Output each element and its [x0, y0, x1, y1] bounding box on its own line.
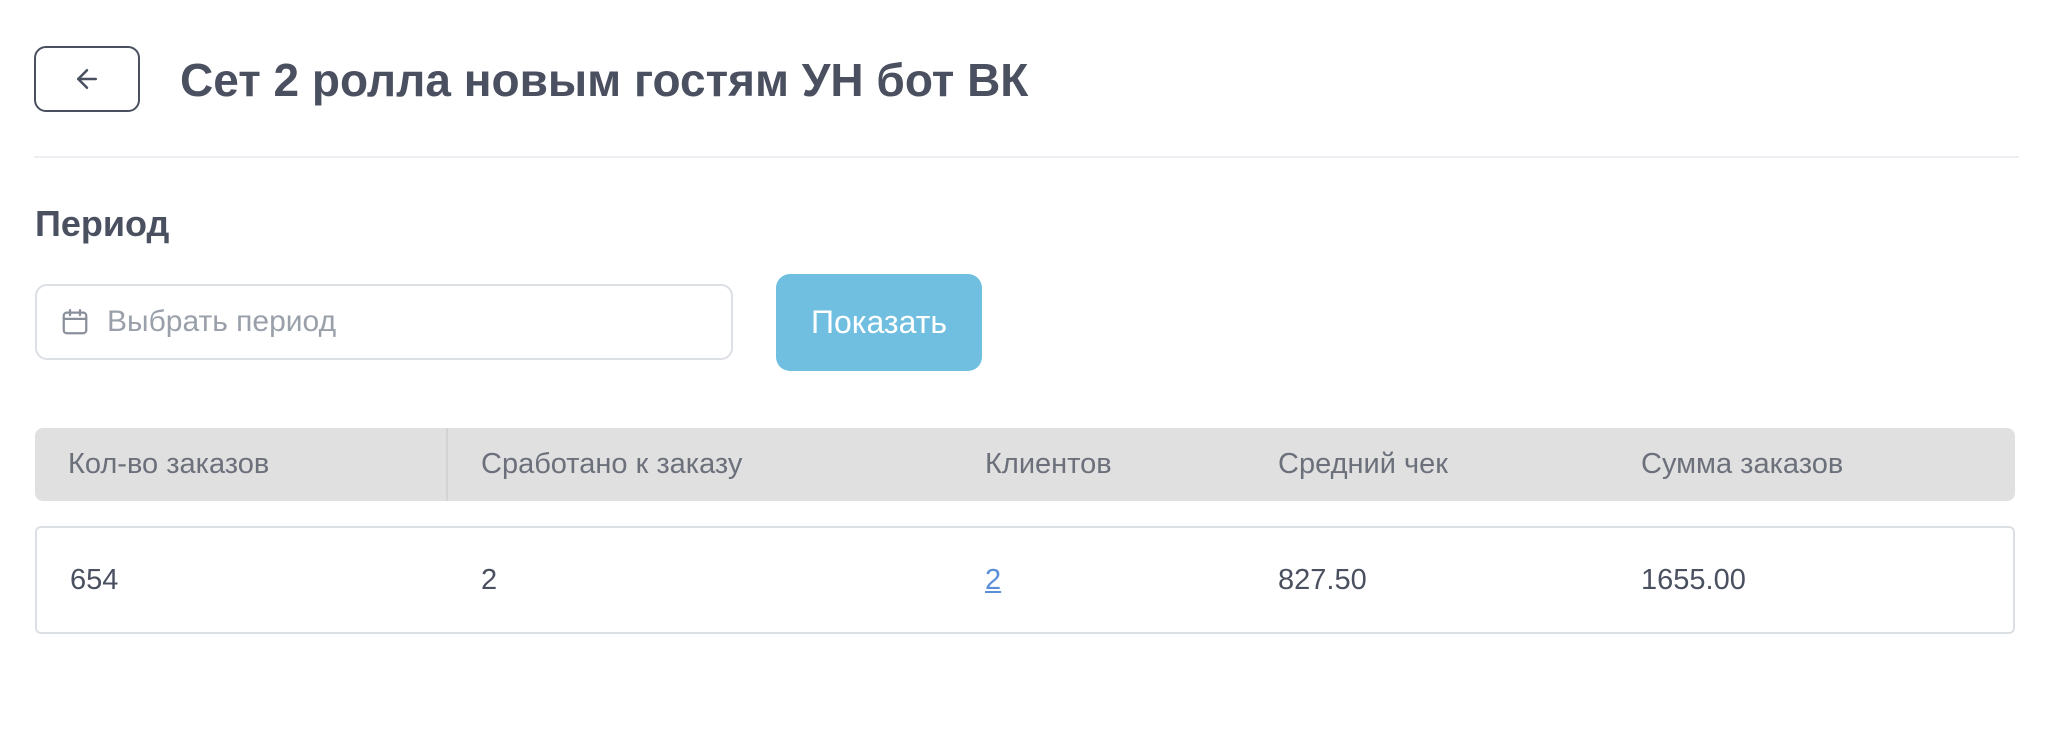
back-button[interactable]: [34, 46, 140, 112]
cell-orders-count: 654: [70, 564, 119, 596]
arrow-left-icon: [77, 69, 97, 89]
calendar-icon: [59, 306, 91, 338]
column-divider: [446, 428, 448, 501]
column-header-orders-count: Кол-во заказов: [68, 448, 270, 480]
cell-total: 1655.00: [1641, 564, 1746, 596]
cell-avg-check: 827.50: [1278, 564, 1367, 596]
column-header-avg-check: Средний чек: [1278, 448, 1448, 480]
table-row: 654 2 2 827.50 1655.00: [35, 526, 2015, 634]
page-title: Сет 2 ролла новым гостям УН бот ВК: [180, 54, 1029, 106]
clients-link[interactable]: 2: [985, 528, 1001, 632]
period-input[interactable]: [107, 305, 687, 339]
show-button[interactable]: Показать: [776, 274, 982, 371]
page: Сет 2 ролла новым гостям УН бот ВК Перио…: [0, 0, 2054, 732]
period-title: Период: [35, 203, 170, 244]
page-header: Сет 2 ролла новым гостям УН бот ВК: [34, 46, 2019, 158]
column-header-triggered: Сработано к заказу: [481, 448, 743, 480]
period-picker[interactable]: [35, 284, 733, 360]
cell-triggered: 2: [481, 564, 498, 596]
column-header-clients: Клиентов: [985, 448, 1112, 480]
column-header-total: Сумма заказов: [1641, 448, 1844, 480]
table-header: Кол-во заказов Сработано к заказу Клиент…: [35, 428, 2015, 501]
